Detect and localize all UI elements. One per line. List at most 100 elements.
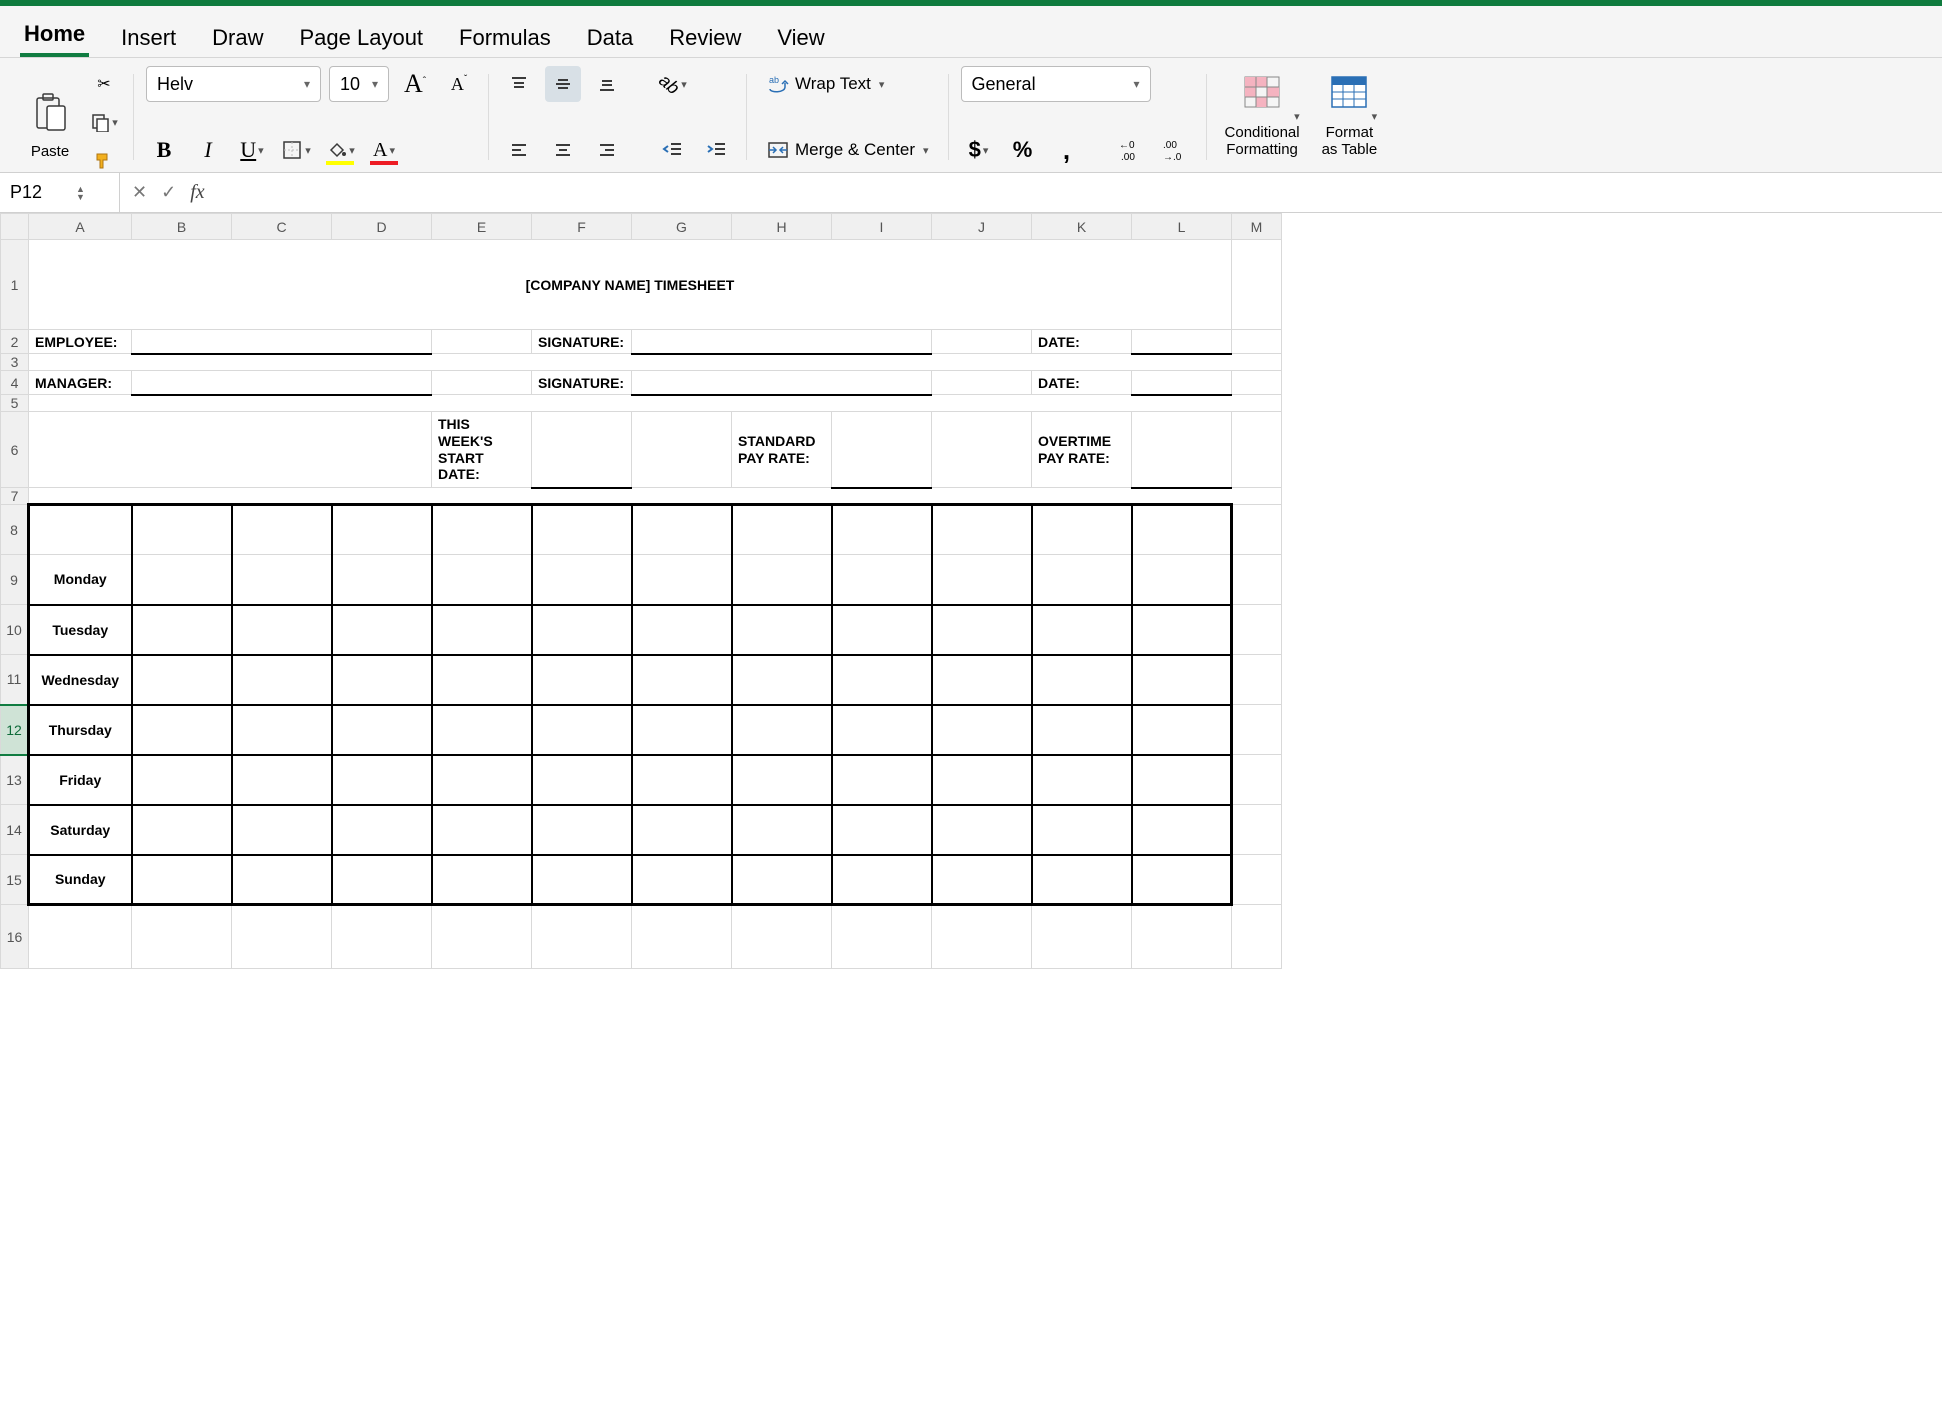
cell[interactable]: [932, 855, 1032, 905]
cell[interactable]: [232, 755, 332, 805]
cell[interactable]: [532, 655, 632, 705]
cell-signature-value-1[interactable]: [632, 330, 932, 354]
cell[interactable]: [732, 905, 832, 969]
cell[interactable]: [432, 855, 532, 905]
align-right-button[interactable]: [589, 132, 625, 168]
cell[interactable]: [1032, 655, 1132, 705]
enter-formula-button[interactable]: ✓: [161, 182, 176, 203]
tab-draw[interactable]: Draw: [208, 19, 267, 57]
conditional-formatting-button[interactable]: ▾ ConditionalFormatting: [1219, 72, 1306, 162]
hdr-day[interactable]: DAY: [29, 505, 132, 555]
cell[interactable]: [1232, 330, 1282, 354]
select-all-corner[interactable]: [1, 214, 29, 240]
hdr-total[interactable]: TOTAL(HOURS): [732, 505, 832, 555]
row-header-13[interactable]: 13: [1, 755, 29, 805]
cell[interactable]: [732, 655, 832, 705]
col-header-E[interactable]: E: [432, 214, 532, 240]
cell[interactable]: [132, 855, 232, 905]
cell[interactable]: [1032, 805, 1132, 855]
align-left-button[interactable]: [501, 132, 537, 168]
cell[interactable]: [232, 555, 332, 605]
hdr-holiday[interactable]: HOLIDAY(HOURS): [1032, 505, 1132, 555]
paste-button[interactable]: Paste: [22, 80, 78, 165]
tab-home[interactable]: Home: [20, 15, 89, 57]
cell-std-pay-value[interactable]: [832, 412, 932, 488]
hdr-job[interactable]: JOB/SHIFT: [232, 505, 332, 555]
row-header-9[interactable]: 9: [1, 555, 29, 605]
number-format-select[interactable]: General ▾: [961, 66, 1151, 102]
italic-button[interactable]: I: [190, 132, 226, 168]
cell[interactable]: [532, 605, 632, 655]
cell[interactable]: [29, 395, 1282, 412]
cell[interactable]: [832, 605, 932, 655]
cell[interactable]: [432, 755, 532, 805]
cell[interactable]: [132, 555, 232, 605]
cell-date-label-1[interactable]: DATE:: [1032, 330, 1132, 354]
cell[interactable]: [832, 655, 932, 705]
cell-day-fri[interactable]: Friday: [29, 755, 132, 805]
cell[interactable]: [932, 555, 1032, 605]
cell[interactable]: [1032, 605, 1132, 655]
wrap-text-button[interactable]: ab Wrap Text ▾: [759, 66, 892, 102]
cell[interactable]: [1132, 905, 1232, 969]
cell[interactable]: [29, 905, 132, 969]
tab-data[interactable]: Data: [583, 19, 637, 57]
cell[interactable]: [132, 805, 232, 855]
cell[interactable]: [932, 755, 1032, 805]
cell[interactable]: [532, 705, 632, 755]
cell[interactable]: [932, 330, 1032, 354]
row-header-1[interactable]: 1: [1, 240, 29, 330]
cell[interactable]: [732, 855, 832, 905]
cell-day-sat[interactable]: Saturday: [29, 805, 132, 855]
cell-employee-label[interactable]: EMPLOYEE:: [29, 330, 132, 354]
tab-review[interactable]: Review: [665, 19, 745, 57]
cell[interactable]: [132, 905, 232, 969]
cell[interactable]: [332, 805, 432, 855]
cell[interactable]: [632, 855, 732, 905]
cell[interactable]: [532, 905, 632, 969]
cell-date-value-2[interactable]: [1132, 371, 1232, 395]
hdr-date[interactable]: DATE: [132, 505, 232, 555]
hdr-time-in-2[interactable]: TIME IN: [532, 505, 632, 555]
cell[interactable]: [632, 655, 732, 705]
cell[interactable]: [632, 705, 732, 755]
cell[interactable]: [732, 605, 832, 655]
cell[interactable]: [332, 855, 432, 905]
font-size-select[interactable]: 10 ▾: [329, 66, 389, 102]
row-header-10[interactable]: 10: [1, 605, 29, 655]
cell[interactable]: [432, 905, 532, 969]
cell[interactable]: [332, 755, 432, 805]
cell[interactable]: [1032, 705, 1132, 755]
cell[interactable]: [1232, 412, 1282, 488]
cell[interactable]: [432, 655, 532, 705]
cell[interactable]: [1032, 905, 1132, 969]
cell[interactable]: [732, 555, 832, 605]
cell-std-pay-label[interactable]: STANDARDPAY RATE:: [732, 412, 832, 488]
tab-formulas[interactable]: Formulas: [455, 19, 555, 57]
tab-view[interactable]: View: [773, 19, 828, 57]
cell[interactable]: [432, 605, 532, 655]
name-box[interactable]: ▲▼: [0, 173, 120, 212]
cell[interactable]: [1232, 805, 1282, 855]
cell[interactable]: [132, 605, 232, 655]
cell[interactable]: [832, 705, 932, 755]
col-header-A[interactable]: A: [29, 214, 132, 240]
cell[interactable]: [432, 555, 532, 605]
col-header-J[interactable]: J: [932, 214, 1032, 240]
name-box-stepper[interactable]: ▲▼: [76, 185, 85, 201]
row-header-15[interactable]: 15: [1, 855, 29, 905]
align-middle-button[interactable]: [545, 66, 581, 102]
increase-font-button[interactable]: Aˆ: [397, 66, 433, 102]
row-header-6[interactable]: 6: [1, 412, 29, 488]
cell-manager-value[interactable]: [132, 371, 432, 395]
row-header-4[interactable]: 4: [1, 371, 29, 395]
accounting-format-button[interactable]: $▾: [961, 132, 997, 168]
cell-this-week-value[interactable]: [532, 412, 632, 488]
cell[interactable]: [832, 805, 932, 855]
cell[interactable]: [332, 705, 432, 755]
hdr-time-out-2[interactable]: TIME OUT: [632, 505, 732, 555]
col-header-F[interactable]: F: [532, 214, 632, 240]
cell[interactable]: [1232, 240, 1282, 330]
cut-button[interactable]: ✂︎: [86, 66, 122, 102]
cell-ot-pay-label[interactable]: OVERTIMEPAY RATE:: [1032, 412, 1132, 488]
